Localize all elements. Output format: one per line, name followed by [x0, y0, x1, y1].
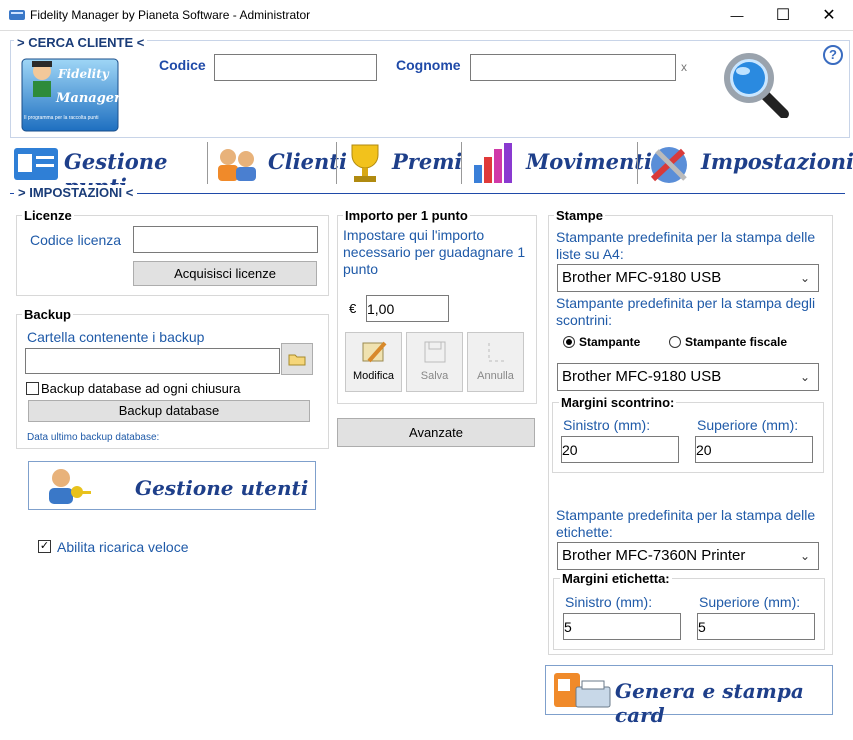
chevron-down-icon: ⌄: [799, 549, 810, 563]
gestione-utenti-label: Gestione utenti: [135, 476, 309, 500]
user-key-icon: [43, 464, 93, 511]
cognome-label: Cognome: [396, 57, 461, 73]
etichette-printer-select[interactable]: Brother MFC-7360N Printer ⌄: [557, 542, 819, 570]
nav-item-movimenti[interactable]: Movimenti: [468, 141, 652, 188]
save-icon: [424, 341, 445, 363]
backup-folder-input[interactable]: [25, 348, 280, 374]
card-printer-icon: [552, 669, 614, 716]
etichetta-sinistro-input[interactable]: [563, 613, 681, 640]
stampante-radio[interactable]: [563, 336, 575, 348]
pencil-icon: [362, 341, 386, 363]
chevron-down-icon: ⌄: [799, 271, 810, 285]
a4-printer-value: Brother MFC-9180 USB: [562, 269, 722, 286]
backup-title: Backup: [22, 307, 73, 322]
chevron-down-icon: ⌄: [799, 370, 810, 384]
stampe-title: Stampe: [554, 208, 605, 223]
backup-folder-label: Cartella contenente i backup: [27, 329, 205, 345]
logo-tagline: Il programma per la raccolta punti: [24, 115, 99, 121]
fidelity-manager-logo: Fidelity Manager Il programma per la rac…: [20, 55, 121, 135]
search-heading: > CERCA CLIENTE <: [14, 35, 148, 50]
points-card-icon: [12, 144, 62, 187]
nav-item-gestione-punti[interactable]: Gestione punti: [10, 141, 206, 199]
genera-stampa-card-button[interactable]: Genera e stampa card: [545, 665, 833, 727]
etichette-printer-value: Brother MFC-7360N Printer: [562, 547, 746, 564]
etichetta-sinistro-label: Sinistro (mm):: [565, 594, 653, 610]
nav-separator: [336, 142, 337, 184]
etichetta-superiore-label: Superiore (mm):: [699, 594, 801, 610]
salva-label: Salva: [420, 370, 449, 382]
cognome-input[interactable]: [470, 54, 676, 81]
trophy-icon: [342, 141, 388, 188]
importo-title: Importo per 1 punto: [343, 208, 470, 223]
scontrini-printer-select[interactable]: Brother MFC-9180 USB ⌄: [557, 363, 819, 391]
stampante-fiscale-radio-label: Stampante fiscale: [685, 335, 788, 349]
nav-separator: [637, 142, 638, 184]
annulla-label: Annulla: [477, 370, 514, 382]
codice-licenza-label: Codice licenza: [30, 232, 122, 248]
scontrino-superiore-label: Superiore (mm):: [697, 417, 799, 433]
clear-search-button[interactable]: x: [681, 60, 687, 74]
chart-icon: [470, 141, 522, 188]
a4-printer-label: Stampante predefinita per la stampa dell…: [556, 229, 816, 262]
nav-item-premi[interactable]: Premi: [340, 141, 462, 188]
nav-separator: [461, 142, 462, 184]
nav-label-impostazioni: Impostazioni: [701, 149, 853, 174]
search-magnifier-icon[interactable]: [722, 52, 790, 119]
maximize-button[interactable]: ☐: [760, 0, 806, 31]
codice-label: Codice: [159, 57, 206, 73]
margini-etichetta-title: Margini etichetta:: [560, 571, 672, 586]
avanzate-button[interactable]: Avanzate: [337, 418, 535, 447]
importo-description: Impostare qui l'importo necessario per g…: [343, 227, 526, 277]
salva-button[interactable]: Salva: [406, 332, 463, 392]
title-bar: Fidelity Manager by Pianeta Software - A…: [0, 0, 853, 31]
close-button[interactable]: ✕: [806, 0, 852, 31]
logo-line2: Manager: [56, 91, 121, 106]
genera-stampa-card-label: Genera e stampa card: [615, 679, 804, 727]
logo-line1: Fidelity: [58, 67, 109, 81]
browse-folder-button[interactable]: [281, 343, 313, 375]
minimize-button[interactable]: —: [714, 0, 760, 31]
codice-licenza-input[interactable]: [133, 226, 318, 253]
nav-item-impostazioni[interactable]: Impostazioni: [645, 141, 853, 188]
etichetta-superiore-input[interactable]: [697, 613, 815, 640]
etichette-printer-label: Stampante predefinita per la stampa dell…: [556, 507, 816, 540]
backup-on-close-label: Backup database ad ogni chiusura: [41, 381, 241, 396]
backup-database-button[interactable]: Backup database: [28, 400, 310, 422]
nav-label-movimenti: Movimenti: [526, 149, 652, 174]
help-icon[interactable]: ?: [823, 45, 843, 65]
margini-scontrino-title: Margini scontrino:: [559, 395, 677, 410]
licenze-title: Licenze: [22, 208, 74, 223]
a4-printer-select[interactable]: Brother MFC-9180 USB ⌄: [557, 264, 819, 292]
ricarica-veloce-label: Abilita ricarica veloce: [57, 539, 189, 555]
nav-item-clienti[interactable]: Clienti: [212, 141, 347, 188]
importo-input[interactable]: [366, 295, 449, 322]
modifica-button[interactable]: Modifica: [345, 332, 402, 392]
scontrino-sinistro-input[interactable]: [561, 436, 679, 463]
section-heading: > IMPOSTAZIONI <: [14, 185, 138, 200]
scontrini-printer-label: Stampante predefinita per la stampa degl…: [556, 295, 816, 328]
settings-tools-icon: [647, 143, 695, 188]
last-backup-label: Data ultimo backup database:: [27, 432, 160, 443]
gestione-utenti-button[interactable]: Gestione utenti: [28, 461, 316, 510]
annulla-button[interactable]: Annulla: [467, 332, 524, 392]
modifica-label: Modifica: [353, 370, 394, 382]
backup-on-close-checkbox[interactable]: [26, 382, 39, 395]
codice-input[interactable]: [214, 54, 377, 81]
nav-separator: [207, 142, 208, 184]
stampante-radio-label: Stampante: [579, 335, 641, 349]
undo-icon: [488, 343, 505, 362]
currency-label: €: [349, 301, 357, 316]
stampante-fiscale-radio[interactable]: [669, 336, 681, 348]
window-title: Fidelity Manager by Pianeta Software - A…: [30, 8, 311, 22]
acquisisci-licenze-button[interactable]: Acquisisci licenze: [133, 261, 317, 286]
nav-label-premi: Premi: [392, 149, 463, 174]
ricarica-veloce-checkbox[interactable]: ✓: [38, 540, 51, 553]
folder-icon: [288, 354, 306, 366]
clients-icon: [212, 143, 264, 188]
scontrino-sinistro-label: Sinistro (mm):: [563, 417, 651, 433]
scontrini-printer-value: Brother MFC-9180 USB: [562, 368, 722, 385]
app-icon: [9, 8, 25, 22]
scontrino-superiore-input[interactable]: [695, 436, 813, 463]
